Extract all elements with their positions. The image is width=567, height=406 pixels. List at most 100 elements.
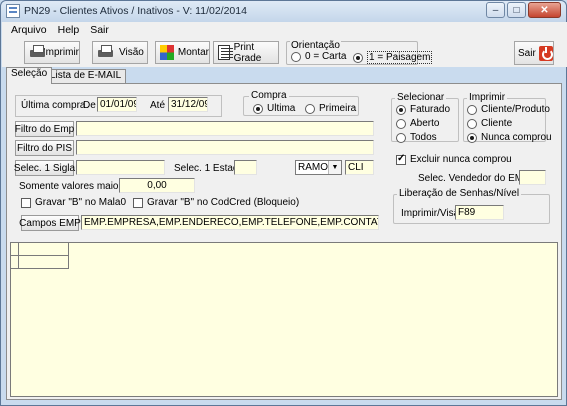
results-grid[interactable] xyxy=(10,242,558,397)
menu-arquivo[interactable]: Arquivo xyxy=(11,24,47,36)
vendedor-label: Selec. Vendedor do EMP xyxy=(418,173,530,184)
close-button[interactable]: ✕ xyxy=(528,2,561,18)
montar-button[interactable]: Montar xyxy=(155,41,210,64)
power-icon xyxy=(538,45,553,61)
close-icon: ✕ xyxy=(540,4,549,16)
visao-button[interactable]: Visão xyxy=(92,41,148,64)
cli-field[interactable]: CLI xyxy=(345,160,374,175)
nunca-comprou-radio-dot xyxy=(467,132,477,143)
minimize-icon: – xyxy=(492,4,499,16)
todos-radio-dot xyxy=(396,132,406,143)
carta-label: 0 = Carta xyxy=(305,51,347,62)
visao-label: Visão xyxy=(119,47,144,58)
todos-label: Todos xyxy=(410,132,437,143)
selecionar-todos-radio[interactable]: Todos xyxy=(396,132,437,143)
tab-lista-email[interactable]: Lista de E-MAIL xyxy=(45,69,127,83)
carta-radio-dot xyxy=(291,51,301,62)
printer-icon xyxy=(29,45,45,60)
somente-valores-field[interactable]: 0,00 xyxy=(119,178,195,193)
excluir-label: Excluir nunca comprou xyxy=(410,154,512,165)
app-icon xyxy=(6,4,20,18)
gravar-mala-checkbox[interactable]: Gravar "B" no Mala0 xyxy=(21,197,126,208)
campos-emp-field[interactable]: EMP.EMPRESA,EMP.ENDERECO,EMP.TELEFONE,EM… xyxy=(81,215,379,230)
cliente-produto-label: Cliente/Produto xyxy=(481,104,550,115)
orientacao-title: Orientação xyxy=(290,40,341,51)
excluir-checkbox-box xyxy=(396,153,406,165)
selecionar-faturado-radio[interactable]: Faturado xyxy=(396,104,450,115)
ate-label: Até xyxy=(150,100,166,111)
imprimir-cliente-radio[interactable]: Cliente xyxy=(467,118,512,129)
campos-emp-button[interactable]: Campos EMP xyxy=(19,215,81,231)
gravar-codcred-label: Gravar "B" no CodCred (Bloqueio) xyxy=(147,197,300,208)
selecionar-aberto-radio[interactable]: Aberto xyxy=(396,118,439,129)
ate-date-field[interactable]: 31/12/09 xyxy=(168,97,208,112)
cliente-radio-dot xyxy=(467,118,477,129)
filtro-pis-field[interactable] xyxy=(76,140,374,155)
selec-estado-field[interactable] xyxy=(234,160,257,175)
orientacao-group: Orientação 0 = Carta 1 = Paisagem xyxy=(286,40,433,65)
menu-sair[interactable]: Sair xyxy=(90,24,109,36)
grid-header-cell[interactable] xyxy=(19,243,69,256)
title-bar[interactable]: PN29 - Clientes Ativos / Inativos - V: 1… xyxy=(1,1,566,22)
window-title: PN29 - Clientes Ativos / Inativos - V: 1… xyxy=(24,5,247,17)
gravar-codcred-checkbox[interactable]: Gravar "B" no CodCred (Bloqueio) xyxy=(133,197,299,208)
tab-selecao[interactable]: Seleção xyxy=(6,67,53,84)
compra-ultima-radio[interactable]: Ultima xyxy=(253,103,295,114)
grid-row-header[interactable] xyxy=(11,256,19,269)
selecionar-title: Selecionar xyxy=(395,92,447,103)
compra-title: Compra xyxy=(249,90,289,101)
montar-label: Montar xyxy=(177,47,209,58)
imprimir-nunca-comprou-radio[interactable]: Nunca comprou xyxy=(467,132,552,143)
grid-icon xyxy=(218,45,233,60)
print-grade-label: Print Grade xyxy=(233,41,262,64)
gravar-mala-label: Gravar "B" no Mala0 xyxy=(35,197,127,208)
imprimir-button[interactable]: Imprimir xyxy=(24,41,80,64)
selec-sigla-field[interactable] xyxy=(76,160,165,175)
selec-sigla-button[interactable]: Selec. 1 Sigla xyxy=(14,160,75,176)
imprimir-label: Imprimir xyxy=(42,47,79,58)
sair-button[interactable]: Sair xyxy=(514,41,554,65)
vendedor-field[interactable] xyxy=(519,170,546,185)
paisagem-label: 1 = Paisagem xyxy=(367,51,433,64)
paisagem-radio-dot xyxy=(353,52,363,63)
imprimir-visao-field[interactable]: F89 xyxy=(455,205,504,220)
de-date-field[interactable]: 01/01/09 xyxy=(97,97,137,112)
cliente-produto-radio-dot xyxy=(467,104,477,115)
print-grade-button[interactable]: Print Grade xyxy=(213,41,279,64)
montar-icon xyxy=(160,45,174,60)
preview-printer-icon xyxy=(97,45,115,60)
menu-bar: Arquivo Help Sair xyxy=(2,22,567,38)
aberto-label: Aberto xyxy=(410,118,440,129)
compra-primeira-radio[interactable]: Primeira xyxy=(305,103,356,114)
filtro-emp-field[interactable] xyxy=(76,121,374,136)
orientacao-paisagem-radio[interactable]: 1 = Paisagem xyxy=(353,51,433,64)
excluir-nunca-comprou-checkbox[interactable]: Excluir nunca comprou xyxy=(396,153,512,165)
sair-label: Sair xyxy=(518,47,536,59)
ultima-label: Ultima xyxy=(267,103,296,114)
aberto-radio-dot xyxy=(396,118,406,129)
filtro-emp-button[interactable]: Filtro do Emp xyxy=(15,121,74,137)
menu-help[interactable]: Help xyxy=(58,24,80,36)
primeira-radio-dot xyxy=(305,103,315,114)
orientacao-carta-radio[interactable]: 0 = Carta xyxy=(291,51,346,62)
minimize-button[interactable]: – xyxy=(486,2,505,18)
filtro-pis-button[interactable]: Filtro do PIS xyxy=(15,140,74,156)
grid-cell[interactable] xyxy=(19,256,69,269)
chevron-down-icon: ▼ xyxy=(328,161,341,174)
gravar-codcred-box xyxy=(133,197,143,208)
application-window: PN29 - Clientes Ativos / Inativos - V: 1… xyxy=(0,0,567,406)
ramo-select[interactable]: RAMO1 ▼ xyxy=(295,160,342,175)
liberacao-title: Liberação de Senhas/Nível xyxy=(397,188,522,199)
imprimir-cliente-produto-radio[interactable]: Cliente/Produto xyxy=(467,104,550,115)
grid-corner-cell xyxy=(11,243,19,256)
toolbar: Imprimir Visão Montar Print Grade Orient… xyxy=(2,38,567,67)
gravar-mala-box xyxy=(21,197,31,208)
imprimir-title: Imprimir xyxy=(467,92,508,103)
tab-strip: Seleção Lista de E-MAIL xyxy=(6,67,562,84)
maximize-button[interactable]: □ xyxy=(507,2,526,18)
faturado-radio-dot xyxy=(396,104,406,115)
nunca-comprou-label: Nunca comprou xyxy=(481,132,552,143)
cliente-label: Cliente xyxy=(481,118,513,129)
primeira-label: Primeira xyxy=(319,103,357,114)
ultima-radio-dot xyxy=(253,103,263,114)
